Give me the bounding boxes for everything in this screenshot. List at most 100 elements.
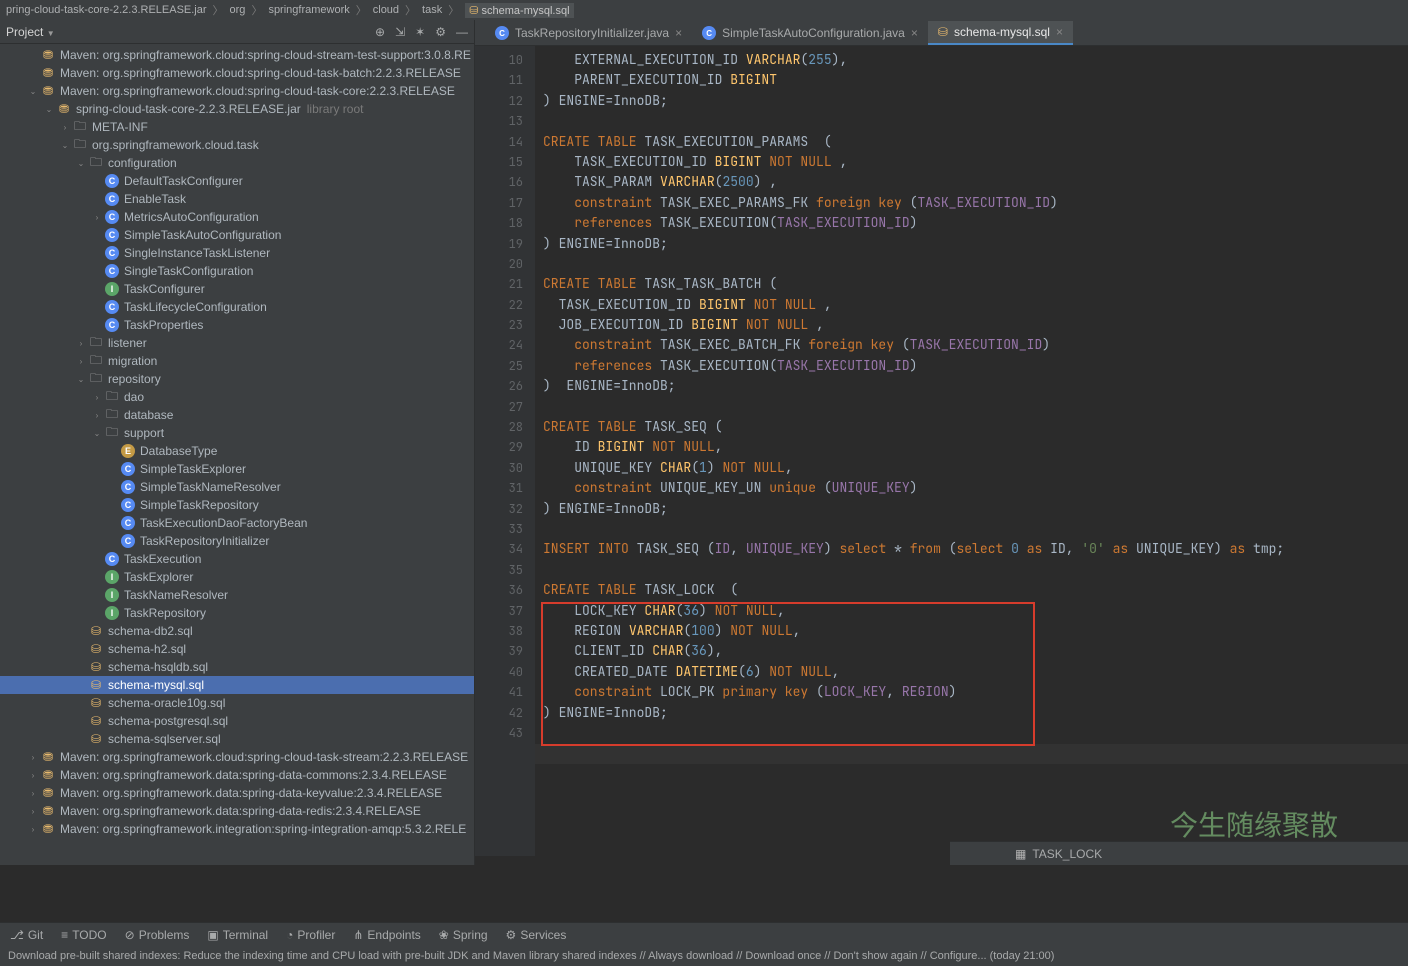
close-tab-icon[interactable]: × — [675, 26, 682, 40]
tree-item[interactable]: CTaskRepositoryInitializer — [0, 532, 474, 550]
code-line[interactable]: ID BIGINT NOT NULL, — [543, 437, 1408, 457]
tool-window-todo[interactable]: ≡TODO — [61, 928, 106, 942]
tree-item[interactable]: CTaskExecutionDaoFactoryBean — [0, 514, 474, 532]
tree-item[interactable]: ⌄⛃spring-cloud-task-core-2.2.3.RELEASE.j… — [0, 100, 474, 118]
tree-item[interactable]: ⛃Maven: org.springframework.cloud:spring… — [0, 46, 474, 64]
tree-item[interactable]: CDefaultTaskConfigurer — [0, 172, 474, 190]
tree-item[interactable]: EDatabaseType — [0, 442, 474, 460]
tree-item[interactable]: ⛁schema-sqlserver.sql — [0, 730, 474, 748]
tool-window-terminal[interactable]: ▣Terminal — [207, 928, 268, 942]
tool-window-problems[interactable]: ⊘Problems — [125, 928, 190, 942]
tree-item[interactable]: ›🗀database — [0, 406, 474, 424]
tree-item[interactable]: ⛁schema-mysql.sql — [0, 676, 474, 694]
tree-item[interactable]: CTaskProperties — [0, 316, 474, 334]
editor-tab[interactable]: CSimpleTaskAutoConfiguration.java× — [692, 21, 928, 45]
project-view-dropdown[interactable]: Project ▼ — [6, 25, 55, 39]
code-line[interactable]: ) ENGINE=InnoDB; — [543, 703, 1408, 723]
tree-item[interactable]: ITaskExplorer — [0, 568, 474, 586]
tool-window-spring[interactable]: ❀Spring — [439, 928, 488, 942]
code-line[interactable]: JOB_EXECUTION_ID BIGINT NOT NULL , — [543, 315, 1408, 335]
tree-item[interactable]: CSimpleTaskRepository — [0, 496, 474, 514]
code-line[interactable]: LOCK_KEY CHAR(36) NOT NULL, — [543, 601, 1408, 621]
tree-item[interactable]: ›⛃Maven: org.springframework.cloud:sprin… — [0, 748, 474, 766]
collapse-icon[interactable]: ✶ — [415, 25, 425, 39]
editor-tab[interactable]: CTaskRepositoryInitializer.java× — [485, 21, 692, 45]
code-line[interactable]: constraint TASK_EXEC_PARAMS_FK foreign k… — [543, 193, 1408, 213]
tree-item[interactable]: ⛁schema-oracle10g.sql — [0, 694, 474, 712]
tool-window-profiler[interactable]: ◔Profiler — [286, 928, 335, 942]
code-line[interactable]: TASK_EXECUTION_ID BIGINT NOT NULL , — [543, 152, 1408, 172]
code-line[interactable]: ) ENGINE=InnoDB; — [543, 376, 1408, 396]
tree-item[interactable]: ITaskConfigurer — [0, 280, 474, 298]
tree-item[interactable]: CSingleInstanceTaskListener — [0, 244, 474, 262]
code-line[interactable]: CREATE TABLE TASK_SEQ ( — [543, 417, 1408, 437]
tree-item[interactable]: CEnableTask — [0, 190, 474, 208]
tree-item[interactable]: CSimpleTaskNameResolver — [0, 478, 474, 496]
tree-item[interactable]: ⌄🗀configuration — [0, 154, 474, 172]
code-line[interactable]: PARENT_EXECUTION_ID BIGINT — [543, 70, 1408, 90]
close-tab-icon[interactable]: × — [1056, 25, 1063, 39]
expand-icon[interactable]: ⇲ — [395, 25, 405, 39]
code-line[interactable]: CREATE TABLE TASK_EXECUTION_PARAMS ( — [543, 132, 1408, 152]
code-line[interactable] — [543, 723, 1408, 743]
tree-item[interactable]: ⌄🗀repository — [0, 370, 474, 388]
tool-window-git[interactable]: ⎇Git — [10, 928, 43, 942]
code-line[interactable]: constraint TASK_EXEC_BATCH_FK foreign ke… — [543, 335, 1408, 355]
code-editor[interactable]: EXTERNAL_EXECUTION_ID VARCHAR(255), PARE… — [535, 46, 1408, 856]
tree-item[interactable]: ITaskNameResolver — [0, 586, 474, 604]
tree-item[interactable]: CSimpleTaskAutoConfiguration — [0, 226, 474, 244]
tree-item[interactable]: ⛁schema-h2.sql — [0, 640, 474, 658]
code-line[interactable] — [543, 397, 1408, 417]
editor-tab[interactable]: ⛁schema-mysql.sql× — [928, 21, 1073, 45]
tree-item[interactable]: ⛁schema-postgresql.sql — [0, 712, 474, 730]
tree-item[interactable]: ›⛃Maven: org.springframework.data:spring… — [0, 802, 474, 820]
code-line[interactable]: references TASK_EXECUTION(TASK_EXECUTION… — [543, 213, 1408, 233]
tool-window-services[interactable]: ⚙Services — [506, 928, 567, 942]
code-line[interactable]: ) ENGINE=InnoDB; — [543, 234, 1408, 254]
code-line[interactable] — [543, 519, 1408, 539]
code-line[interactable]: CLIENT_ID CHAR(36), — [543, 641, 1408, 661]
code-line[interactable]: UNIQUE_KEY CHAR(1) NOT NULL, — [543, 458, 1408, 478]
tree-item[interactable]: ⌄⛃Maven: org.springframework.cloud:sprin… — [0, 82, 474, 100]
code-line[interactable]: references TASK_EXECUTION(TASK_EXECUTION… — [543, 356, 1408, 376]
tree-item[interactable]: CSimpleTaskExplorer — [0, 460, 474, 478]
code-line[interactable]: CREATE TABLE TASK_LOCK ( — [543, 580, 1408, 600]
tool-window-endpoints[interactable]: ⋔Endpoints — [353, 928, 420, 942]
tree-item[interactable]: ›⛃Maven: org.springframework.integration… — [0, 820, 474, 838]
tree-item[interactable]: ⌄🗀support — [0, 424, 474, 442]
editor-breadcrumb[interactable]: ▦ TASK_LOCK — [950, 841, 1408, 865]
project-tree[interactable]: ⛃Maven: org.springframework.cloud:spring… — [0, 44, 474, 840]
code-line[interactable]: EXTERNAL_EXECUTION_ID VARCHAR(255), — [543, 50, 1408, 70]
tree-item[interactable]: ›CMetricsAutoConfiguration — [0, 208, 474, 226]
hide-icon[interactable]: — — [456, 25, 468, 39]
tree-item[interactable]: CTaskExecution — [0, 550, 474, 568]
tree-item[interactable]: CSingleTaskConfiguration — [0, 262, 474, 280]
tree-item[interactable]: ›🗀dao — [0, 388, 474, 406]
tree-item[interactable]: ›🗀listener — [0, 334, 474, 352]
code-line[interactable]: ) ENGINE=InnoDB; — [543, 499, 1408, 519]
code-line[interactable] — [543, 111, 1408, 131]
code-line[interactable]: constraint UNIQUE_KEY_UN unique (UNIQUE_… — [543, 478, 1408, 498]
tree-item[interactable]: ›🗀migration — [0, 352, 474, 370]
tree-item[interactable]: ⛁schema-hsqldb.sql — [0, 658, 474, 676]
code-line[interactable] — [543, 560, 1408, 580]
tree-item[interactable]: ›🗀META-INF — [0, 118, 474, 136]
code-line[interactable]: TASK_EXECUTION_ID BIGINT NOT NULL , — [543, 295, 1408, 315]
code-line[interactable]: TASK_PARAM VARCHAR(2500) , — [543, 172, 1408, 192]
tree-item[interactable]: ›⛃Maven: org.springframework.data:spring… — [0, 766, 474, 784]
locate-icon[interactable]: ⊕ — [375, 25, 385, 39]
code-line[interactable]: INSERT INTO TASK_SEQ (ID, UNIQUE_KEY) se… — [543, 539, 1408, 559]
code-line[interactable]: CREATED_DATE DATETIME(6) NOT NULL, — [543, 662, 1408, 682]
code-line[interactable]: ) ENGINE=InnoDB; — [543, 91, 1408, 111]
tree-item[interactable]: ⌄🗀org.springframework.cloud.task — [0, 136, 474, 154]
code-line[interactable] — [543, 254, 1408, 274]
notification-bar[interactable]: Download pre-built shared indexes: Reduc… — [0, 946, 1408, 966]
close-tab-icon[interactable]: × — [911, 26, 918, 40]
code-line[interactable]: REGION VARCHAR(100) NOT NULL, — [543, 621, 1408, 641]
settings-icon[interactable]: ⚙ — [435, 25, 446, 39]
tree-item[interactable]: ⛃Maven: org.springframework.cloud:spring… — [0, 64, 474, 82]
code-line[interactable]: constraint LOCK_PK primary key (LOCK_KEY… — [543, 682, 1408, 702]
tree-item[interactable]: ›⛃Maven: org.springframework.data:spring… — [0, 784, 474, 802]
code-line[interactable]: CREATE TABLE TASK_TASK_BATCH ( — [543, 274, 1408, 294]
tree-item[interactable]: CTaskLifecycleConfiguration — [0, 298, 474, 316]
